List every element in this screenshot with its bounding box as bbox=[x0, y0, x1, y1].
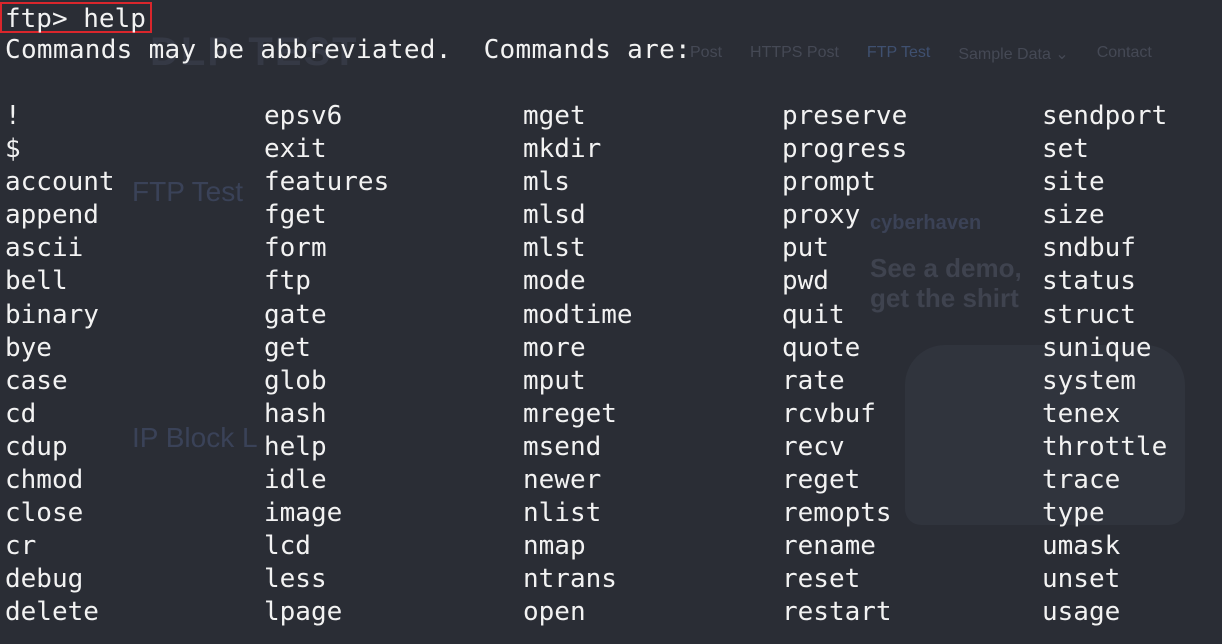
ftp-command: proxy bbox=[782, 200, 861, 231]
ftp-command: nlist bbox=[523, 498, 602, 529]
ftp-command: system bbox=[1042, 365, 1136, 396]
ftp-command: cd bbox=[5, 398, 37, 429]
ftp-command: mput bbox=[523, 365, 586, 396]
ftp-command: usage bbox=[1042, 597, 1121, 628]
ftp-command: debug bbox=[5, 564, 84, 595]
ftp-command: umask bbox=[1042, 531, 1121, 562]
ftp-command: mlsd bbox=[523, 200, 586, 231]
help-intro-text: Commands may be abbreviated. Commands ar… bbox=[5, 35, 691, 65]
command-column-3: mget mkdir mls mlsd mlst mode modtime more mput m… bbox=[523, 100, 633, 630]
ftp-command: features bbox=[264, 167, 390, 198]
ftp-command: bell bbox=[5, 266, 68, 297]
ftp-command: chmod bbox=[5, 465, 84, 496]
ftp-command: $ bbox=[5, 134, 21, 165]
ftp-command: site bbox=[1042, 167, 1105, 198]
ftp-command: reget bbox=[782, 465, 861, 496]
ftp-command: ftp bbox=[264, 266, 311, 297]
ftp-command: gate bbox=[264, 299, 327, 330]
ftp-command: size bbox=[1042, 200, 1105, 231]
ftp-command: fget bbox=[264, 200, 327, 231]
command-column-2: epsv6 exit features fget form ftp gate get glob h… bbox=[264, 100, 389, 630]
ftp-command: mlst bbox=[523, 233, 586, 264]
command-column-5: sendport set site size sndbuf status struct sun… bbox=[1042, 100, 1167, 630]
ftp-command: epsv6 bbox=[264, 101, 343, 131]
command-column-1: ! $ account append ascii bell binary bye case cd c… bbox=[5, 100, 115, 630]
ftp-command: recv bbox=[782, 431, 845, 462]
ftp-command: pwd bbox=[782, 266, 829, 297]
ftp-command: glob bbox=[264, 365, 327, 396]
ftp-command: progress bbox=[782, 134, 908, 165]
ftp-command: less bbox=[264, 564, 327, 595]
ftp-command: put bbox=[782, 233, 829, 264]
ftp-command: modtime bbox=[523, 299, 633, 330]
ftp-command: preserve bbox=[782, 101, 908, 131]
ftp-command: exit bbox=[264, 134, 327, 165]
ftp-command: mget bbox=[523, 101, 586, 131]
ftp-command: get bbox=[264, 332, 311, 363]
ftp-command: prompt bbox=[782, 167, 876, 198]
ftp-command: mreget bbox=[523, 398, 617, 429]
ftp-command: ntrans bbox=[523, 564, 617, 595]
ftp-command: ascii bbox=[5, 233, 84, 264]
ftp-command: help bbox=[264, 431, 327, 462]
ftp-command: account bbox=[5, 167, 115, 198]
ftp-command: idle bbox=[264, 465, 327, 496]
ftp-command: sndbuf bbox=[1042, 233, 1136, 264]
ftp-command: more bbox=[523, 332, 586, 363]
ftp-command: newer bbox=[523, 465, 602, 496]
ftp-command: struct bbox=[1042, 299, 1136, 330]
ftp-command: mkdir bbox=[523, 134, 602, 165]
ftp-command: hash bbox=[264, 398, 327, 429]
ftp-command: remopts bbox=[782, 498, 892, 529]
ftp-command: close bbox=[5, 498, 84, 529]
ftp-command: delete bbox=[5, 597, 99, 628]
ftp-command: trace bbox=[1042, 465, 1121, 496]
ftp-command: append bbox=[5, 200, 99, 231]
ftp-command: lpage bbox=[264, 597, 343, 628]
ftp-command: quit bbox=[782, 299, 845, 330]
ftp-command: nmap bbox=[523, 531, 586, 562]
ftp-command: unset bbox=[1042, 564, 1121, 595]
ftp-command: set bbox=[1042, 134, 1089, 165]
ftp-command: type bbox=[1042, 498, 1105, 529]
ftp-command: cdup bbox=[5, 431, 68, 462]
ftp-command: ! bbox=[5, 101, 21, 131]
ftp-prompt-highlight: ftp> help bbox=[0, 2, 152, 34]
ftp-command: form bbox=[264, 233, 327, 264]
ftp-command: bye bbox=[5, 332, 52, 363]
ftp-command: rename bbox=[782, 531, 876, 562]
ftp-command: quote bbox=[782, 332, 861, 363]
ftp-command: rcvbuf bbox=[782, 398, 876, 429]
ftp-command: rate bbox=[782, 365, 845, 396]
ftp-command: tenex bbox=[1042, 398, 1121, 429]
ftp-command: mls bbox=[523, 167, 570, 198]
ftp-command: image bbox=[264, 498, 343, 529]
ftp-command: mode bbox=[523, 266, 586, 297]
ftp-command: binary bbox=[5, 299, 99, 330]
command-column-4: preserve progress prompt proxy put pwd quit quo… bbox=[782, 100, 907, 630]
ftp-command: sunique bbox=[1042, 332, 1152, 363]
ftp-command: case bbox=[5, 365, 68, 396]
terminal-window[interactable]: ftp> help Commands may be abbreviated. C… bbox=[0, 0, 1222, 644]
ftp-command: cr bbox=[5, 531, 37, 562]
ftp-command: throttle bbox=[1042, 431, 1168, 462]
ftp-command: reset bbox=[782, 564, 861, 595]
ftp-command: lcd bbox=[264, 531, 311, 562]
ftp-command: msend bbox=[523, 431, 602, 462]
ftp-command: status bbox=[1042, 266, 1136, 297]
ftp-command: sendport bbox=[1042, 101, 1168, 131]
ftp-command: restart bbox=[782, 597, 892, 628]
ftp-command: open bbox=[523, 597, 586, 628]
